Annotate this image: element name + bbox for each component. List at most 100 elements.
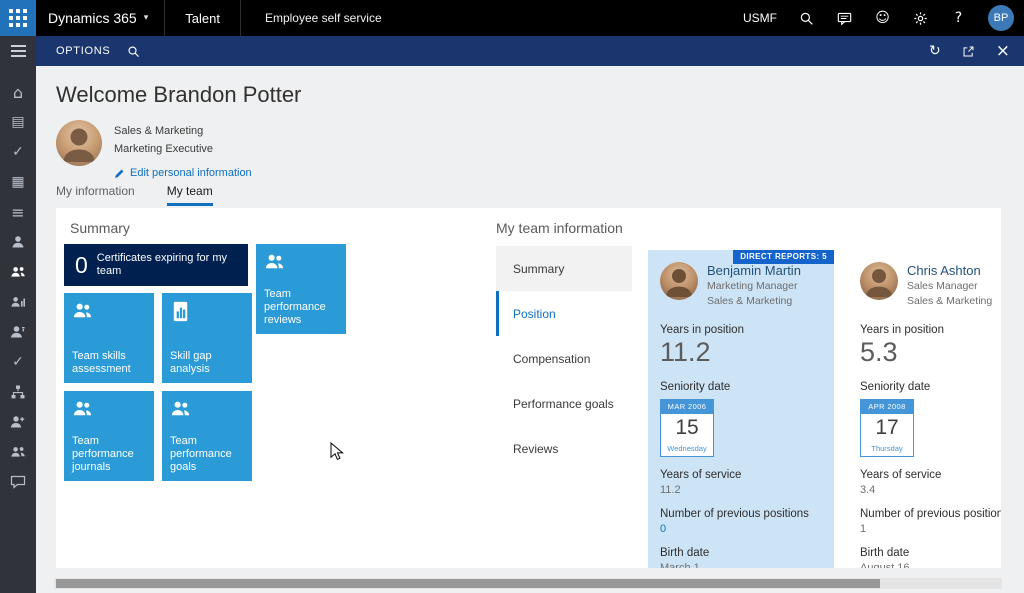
field-label-years-in-position: Years in position bbox=[860, 324, 1001, 336]
birth-date-value: March 1 bbox=[660, 562, 822, 568]
navigation-sidebar: ⌂ ▤ ✓ ▦ ≡ ✓ bbox=[0, 36, 36, 593]
receipt-document-icon[interactable]: ▤ bbox=[0, 107, 36, 137]
member-job-title: Marketing Manager bbox=[707, 279, 801, 293]
team-nav-position[interactable]: Position bbox=[496, 291, 632, 336]
calendar-month-year: APR 2008 bbox=[861, 400, 913, 414]
tile-label: Team performance journals bbox=[72, 435, 150, 474]
certificates-label: Certificates expiring for my team bbox=[97, 252, 229, 278]
team-icon bbox=[71, 398, 94, 421]
team-nav-reviews[interactable]: Reviews bbox=[496, 426, 632, 471]
module-name-talent[interactable]: Talent bbox=[165, 11, 240, 26]
current-page-title: Employee self service bbox=[241, 11, 382, 25]
menu-toggle-button[interactable] bbox=[0, 36, 36, 66]
field-label-seniority-date: Seniority date bbox=[660, 381, 822, 393]
member-job-title: Sales Manager bbox=[907, 279, 992, 293]
member-name[interactable]: Benjamin Martin bbox=[707, 263, 801, 278]
tile-label: Team skills assessment bbox=[72, 350, 150, 376]
tile-team-performance-reviews[interactable]: Team performance reviews bbox=[256, 244, 346, 334]
previous-positions-value[interactable]: 0 bbox=[660, 523, 822, 535]
years-of-service-value: 11.2 bbox=[660, 484, 822, 496]
org-chart-icon[interactable] bbox=[0, 377, 36, 407]
workspace-canvas: Summary 0 Certificates expiring for my t… bbox=[56, 208, 1001, 568]
profile-job-title: Marketing Executive bbox=[114, 140, 252, 158]
feedback-chat-icon[interactable] bbox=[0, 467, 36, 497]
calendar-day: 15 bbox=[661, 414, 713, 442]
team-section-title: My team information bbox=[496, 220, 623, 236]
field-label-birth-date: Birth date bbox=[660, 547, 822, 559]
tile-skill-gap-analysis[interactable]: Skill gap analysis bbox=[162, 293, 252, 383]
member-avatar bbox=[660, 262, 698, 300]
team-member-card-benjamin-martin[interactable]: DIRECT REPORTS: 5 Benjamin Martin Market… bbox=[648, 250, 834, 568]
user-avatar-initials[interactable]: BP bbox=[988, 5, 1014, 31]
tile-label: Team performance goals bbox=[170, 435, 248, 474]
person-question-icon[interactable] bbox=[0, 317, 36, 347]
tile-team-performance-goals[interactable]: Team performance goals bbox=[162, 391, 252, 481]
team-nav-compensation[interactable]: Compensation bbox=[496, 336, 632, 381]
scrollbar-thumb[interactable] bbox=[56, 579, 880, 588]
close-icon[interactable]: × bbox=[996, 43, 1010, 60]
command-search-icon[interactable] bbox=[127, 45, 140, 58]
team-member-card-chris-ashton[interactable]: Chris Ashton Sales Manager Sales & Marke… bbox=[848, 250, 1001, 568]
report-icon bbox=[169, 300, 192, 323]
person-add-icon[interactable] bbox=[0, 407, 36, 437]
company-picker[interactable]: USMF bbox=[743, 11, 777, 25]
previous-positions-value[interactable]: 1 bbox=[860, 523, 1001, 535]
edit-personal-information-link[interactable]: Edit personal information bbox=[114, 164, 252, 182]
seniority-date-calendar: MAR 2006 15 Wednesday bbox=[660, 399, 714, 457]
tile-certificates-expiring[interactable]: 0 Certificates expiring for my team bbox=[64, 244, 248, 286]
team-icon bbox=[169, 398, 192, 421]
journal-list-icon[interactable]: ≡ bbox=[0, 197, 36, 227]
field-label-seniority-date: Seniority date bbox=[860, 381, 1001, 393]
member-identity: Benjamin Martin Marketing Manager Sales … bbox=[707, 262, 801, 308]
pencil-icon bbox=[114, 168, 125, 179]
options-menu-button[interactable]: OPTIONS bbox=[36, 45, 110, 57]
person-time-icon[interactable] bbox=[0, 227, 36, 257]
open-in-new-window-icon[interactable] bbox=[962, 45, 975, 58]
refresh-icon[interactable]: ↻ bbox=[929, 44, 941, 58]
products-cubes-icon[interactable]: ▦ bbox=[0, 167, 36, 197]
top-navigation-bar: Dynamics 365 ▾ Talent Employee self serv… bbox=[0, 0, 1024, 36]
field-label-years-in-position: Years in position bbox=[660, 324, 822, 336]
search-icon[interactable] bbox=[798, 10, 815, 27]
profile-photo[interactable] bbox=[56, 120, 102, 166]
approvals-check-icon[interactable]: ✓ bbox=[0, 347, 36, 377]
welcome-heading: Welcome Brandon Potter bbox=[56, 82, 301, 108]
calendar-weekday: Thursday bbox=[861, 442, 913, 456]
birth-date-value: August 16 bbox=[860, 562, 1001, 568]
tile-team-skills-assessment[interactable]: Team skills assessment bbox=[64, 293, 154, 383]
team-icon bbox=[263, 251, 286, 274]
field-label-previous-positions: Number of previous positions bbox=[660, 508, 822, 520]
home-icon[interactable]: ⌂ bbox=[0, 77, 36, 107]
settings-gear-icon[interactable] bbox=[912, 10, 929, 27]
tasks-check-icon[interactable]: ✓ bbox=[0, 137, 36, 167]
calendar-month-year: MAR 2006 bbox=[661, 400, 713, 414]
member-name[interactable]: Chris Ashton bbox=[907, 263, 992, 278]
team-info-nav: Summary Position Compensation Performanc… bbox=[496, 246, 632, 471]
app-launcher-waffle-icon[interactable] bbox=[0, 0, 36, 36]
field-label-years-of-service: Years of service bbox=[860, 469, 1001, 481]
chevron-down-icon: ▾ bbox=[144, 13, 149, 23]
member-header: Chris Ashton Sales Manager Sales & Marke… bbox=[860, 262, 1001, 308]
people-network-icon[interactable] bbox=[0, 257, 36, 287]
team-nav-summary[interactable]: Summary bbox=[496, 246, 632, 291]
people-group-icon[interactable] bbox=[0, 437, 36, 467]
direct-reports-badge: DIRECT REPORTS: 5 bbox=[733, 250, 834, 264]
smiley-feedback-icon[interactable]: ☺ bbox=[874, 10, 891, 27]
feedback-message-icon[interactable] bbox=[836, 10, 853, 27]
tab-my-team[interactable]: My team bbox=[167, 184, 213, 206]
edit-link-label: Edit personal information bbox=[130, 164, 252, 182]
member-department: Sales & Marketing bbox=[907, 294, 992, 308]
tile-team-performance-journals[interactable]: Team performance journals bbox=[64, 391, 154, 481]
horizontal-scrollbar[interactable] bbox=[54, 578, 1002, 589]
people-chart-icon[interactable] bbox=[0, 287, 36, 317]
years-in-position-value: 11.2 bbox=[660, 336, 822, 369]
app-name: Dynamics 365 bbox=[48, 10, 137, 26]
summary-section-title: Summary bbox=[70, 220, 130, 236]
dynamics365-home-link[interactable]: Dynamics 365 ▾ bbox=[36, 10, 164, 26]
help-icon[interactable]: ? bbox=[950, 10, 967, 27]
command-bar-actions: ↻ × bbox=[929, 43, 1024, 60]
calendar-weekday: Wednesday bbox=[661, 442, 713, 456]
team-nav-performance-goals[interactable]: Performance goals bbox=[496, 381, 632, 426]
tab-my-information[interactable]: My information bbox=[56, 184, 135, 206]
calendar-day: 17 bbox=[861, 414, 913, 442]
